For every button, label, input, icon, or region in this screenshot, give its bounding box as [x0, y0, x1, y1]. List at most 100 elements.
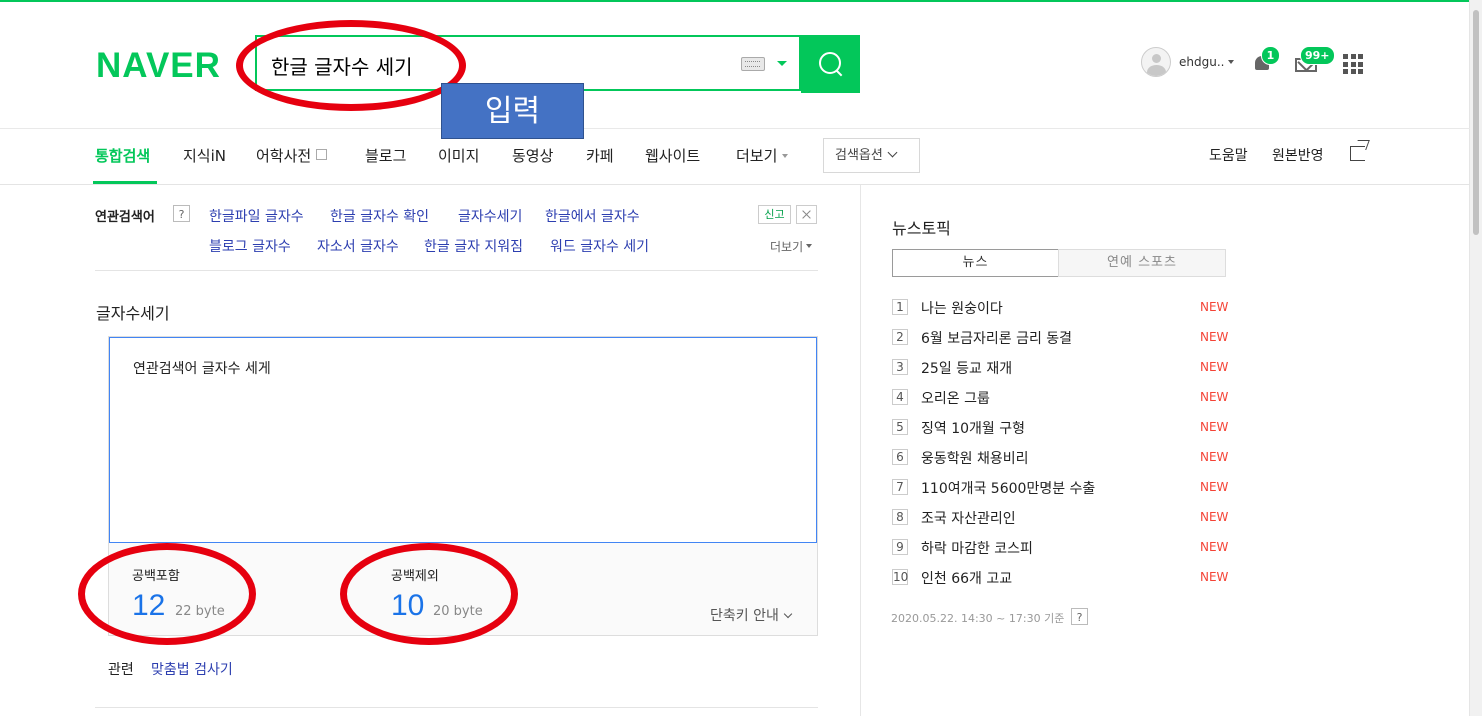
related-link[interactable]: 블로그 글자수	[209, 236, 291, 256]
news-item[interactable]: 5 징역 10개월 구형 NEW	[892, 418, 1232, 438]
original-reflect-link[interactable]: 원본반영	[1272, 145, 1324, 165]
new-badge: NEW	[1200, 390, 1229, 404]
search-options-button[interactable]: 검색옵션	[823, 138, 920, 173]
related-link[interactable]: 자소서 글자수	[317, 236, 399, 256]
news-item[interactable]: 9 하락 마감한 코스피 NEW	[892, 538, 1232, 558]
divider	[95, 707, 818, 708]
news-tab-entertainment-sports[interactable]: 연예 스포츠	[1058, 249, 1226, 277]
shortcut-guide-label: 단축키 안내	[710, 608, 779, 624]
news-item[interactable]: 2 6월 보금자리론 금리 동결 NEW	[892, 328, 1232, 348]
new-badge: NEW	[1200, 480, 1229, 494]
new-badge: NEW	[1200, 330, 1229, 344]
search-input[interactable]	[269, 47, 713, 83]
news-rank: 2	[892, 329, 908, 345]
related-link[interactable]: 한글파일 글자수	[209, 206, 304, 226]
related-help-icon[interactable]: ?	[173, 205, 190, 222]
news-rank: 3	[892, 359, 908, 375]
news-headline[interactable]: 110여개국 5600만명분 수출	[921, 478, 1095, 498]
search-tab-bar: 통합검색 지식iN 어학사전 블로그 이미지 동영상 카페 웹사이트 더보기 검…	[0, 128, 1470, 185]
without-spaces-bytes: 20 byte	[433, 604, 483, 619]
with-spaces-bytes: 22 byte	[175, 604, 225, 619]
avatar[interactable]	[1141, 47, 1171, 77]
news-rank: 9	[892, 539, 908, 555]
related-link[interactable]: 글자수세기	[458, 206, 522, 226]
related-link[interactable]: 워드 글자수 세기	[550, 236, 649, 256]
with-spaces-count: 12	[132, 589, 166, 622]
news-item[interactable]: 1 나는 원숭이다 NEW	[892, 298, 1232, 318]
related-link[interactable]: 한글 글자 지워짐	[424, 236, 523, 256]
tab-cafe[interactable]: 카페	[586, 145, 614, 166]
divider	[95, 270, 818, 271]
news-rank: 10	[892, 569, 909, 585]
news-item[interactable]: 7 110여개국 5600만명분 수출 NEW	[892, 478, 1232, 498]
news-headline[interactable]: 인천 66개 고교	[921, 568, 1012, 588]
new-badge: NEW	[1200, 570, 1229, 584]
news-item[interactable]: 10 인천 66개 고교 NEW	[892, 568, 1232, 588]
news-item[interactable]: 6 웅동학원 채용비리 NEW	[892, 448, 1232, 468]
chevron-down-icon	[782, 154, 789, 158]
related-searches-label: 연관검색어	[95, 210, 155, 225]
tab-website[interactable]: 웹사이트	[645, 145, 700, 166]
related-tools-label: 관련	[108, 662, 134, 678]
news-item[interactable]: 8 조국 자산관리인 NEW	[892, 508, 1232, 528]
news-rank: 7	[892, 479, 908, 495]
counter-title: 글자수세기	[96, 304, 170, 323]
page-scrollbar[interactable]	[1469, 0, 1482, 716]
news-headline[interactable]: 조국 자산관리인	[921, 508, 1016, 528]
news-tab-news[interactable]: 뉴스	[892, 249, 1059, 277]
counter-textarea[interactable]: 연관검색어 글자수 세게	[109, 337, 817, 543]
shortcut-guide-button[interactable]: 단축키 안내	[710, 605, 793, 625]
news-item[interactable]: 3 25일 등교 재개 NEW	[892, 358, 1232, 378]
news-headline[interactable]: 하락 마감한 코스피	[921, 538, 1033, 558]
without-spaces-label: 공백제외	[391, 569, 439, 584]
news-item[interactable]: 4 오리온 그룹 NEW	[892, 388, 1232, 408]
autocomplete-toggle-icon[interactable]	[777, 61, 787, 66]
counter-text-value[interactable]: 연관검색어 글자수 세게	[133, 358, 271, 378]
top-accent-line	[0, 0, 1470, 2]
news-rank: 5	[892, 419, 908, 435]
search-options-label: 검색옵션	[835, 148, 883, 163]
apps-grid-icon[interactable]	[1343, 54, 1363, 74]
naver-logo[interactable]: NAVER	[96, 46, 221, 86]
news-topic-title: 뉴스토픽	[892, 219, 951, 238]
tab-integrated[interactable]: 통합검색	[95, 145, 150, 166]
share-icon[interactable]	[1350, 146, 1365, 161]
related-link[interactable]: 한글에서 글자수	[545, 206, 640, 226]
chevron-down-icon	[783, 609, 793, 619]
related-link[interactable]: 한글 글자수 확인	[330, 206, 429, 226]
new-badge: NEW	[1200, 450, 1229, 464]
news-headline[interactable]: 나는 원숭이다	[921, 298, 1003, 318]
annotation-input-callout: 입력	[441, 83, 584, 139]
external-window-icon	[316, 149, 328, 160]
report-button[interactable]: 신고	[758, 205, 791, 224]
tab-images[interactable]: 이미지	[438, 145, 479, 166]
user-id[interactable]: ehdgu..	[1179, 55, 1224, 69]
news-headline[interactable]: 웅동학원 채용비리	[921, 448, 1029, 468]
chevron-down-icon	[806, 244, 813, 248]
spell-checker-link[interactable]: 맞춤법 검사기	[151, 659, 233, 679]
tab-dictionary[interactable]: 어학사전	[256, 145, 328, 166]
new-badge: NEW	[1200, 540, 1229, 554]
related-more-link[interactable]: 더보기	[770, 238, 813, 255]
tab-video[interactable]: 동영상	[512, 145, 553, 166]
news-headline[interactable]: 오리온 그룹	[921, 388, 990, 408]
news-rank: 1	[892, 299, 908, 315]
keyboard-icon[interactable]	[741, 57, 765, 71]
tab-blog[interactable]: 블로그	[365, 145, 406, 166]
notification-badge: 1	[1261, 46, 1280, 65]
mail-badge: 99+	[1300, 46, 1335, 65]
news-headline[interactable]: 6월 보금자리론 금리 동결	[921, 328, 1072, 348]
tab-kin[interactable]: 지식iN	[183, 145, 226, 166]
news-help-icon[interactable]: ?	[1071, 608, 1088, 625]
user-menu-caret-icon[interactable]	[1228, 60, 1234, 64]
tab-dictionary-label: 어학사전	[256, 147, 312, 165]
scrollbar-thumb[interactable]	[1473, 10, 1479, 235]
tab-more[interactable]: 더보기	[736, 145, 789, 166]
help-link[interactable]: 도움말	[1209, 145, 1248, 165]
character-counter: 연관검색어 글자수 세게 공백포함 12 22 byte 공백제외 10 20 …	[108, 336, 818, 636]
news-headline[interactable]: 25일 등교 재개	[921, 358, 1012, 378]
close-icon[interactable]	[796, 205, 817, 224]
news-headline[interactable]: 징역 10개월 구형	[921, 418, 1025, 438]
search-button[interactable]	[801, 35, 860, 93]
news-rank: 6	[892, 449, 908, 465]
